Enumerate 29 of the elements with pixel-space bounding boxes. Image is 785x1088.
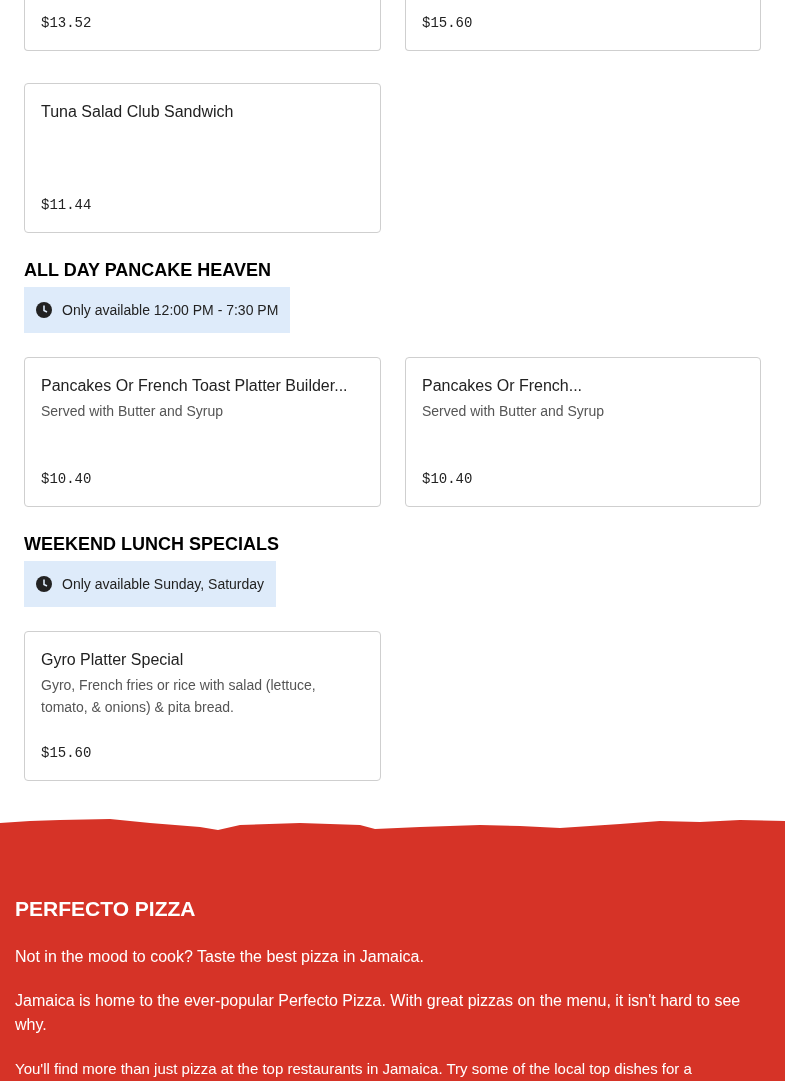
item-price: $11.44 xyxy=(41,196,93,215)
item-price: $15.60 xyxy=(41,744,93,763)
footer-paragraph: Jamaica is home to the ever-popular Perfecto Pizza. With great pizzas on the menu, it isn't hard to see why. xyxy=(15,990,742,1035)
item-price: $10.40 xyxy=(41,470,93,489)
item-price: $13.52 xyxy=(41,14,93,33)
item-price: $10.40 xyxy=(422,470,474,489)
item-description: Served with Butter and Syrup xyxy=(422,402,606,421)
item-name: Pancakes Or French... xyxy=(422,376,584,396)
menu-item-card[interactable]: Gyro Platter Special Gyro, French fries or rice with salad (lettuce, tomato, & onions) & pita bread. $15.60 xyxy=(24,631,381,781)
menu-item-card[interactable]: Pancakes Or French... Served with Butter and Syrup $10.40 xyxy=(405,357,761,507)
item-name: Tuna Salad Club Sandwich xyxy=(41,102,235,122)
menu-item-card[interactable]: $13.52 xyxy=(24,0,381,51)
item-name: Gyro Platter Special xyxy=(41,650,185,670)
menu-item-card[interactable]: Pancakes Or French Toast Platter Builder... Served with Butter and Syrup $10.40 xyxy=(24,357,381,507)
item-name: Pancakes Or French Toast Platter Builder... xyxy=(41,376,349,396)
footer-heading: PERFECTO PIZZA xyxy=(15,896,197,922)
footer-paragraph: You'll find more than just pizza at the top restaurants in Jamaica. Try some of the local top dishes for a xyxy=(15,1058,693,1079)
availability-text: Only available 12:00 PM - 7:30 PM xyxy=(62,300,279,320)
section-heading: WEEKEND LUNCH SPECIALS xyxy=(24,533,280,555)
clock-icon xyxy=(36,302,52,318)
item-description: Served with Butter and Syrup xyxy=(41,402,225,421)
availability-text: Only available Sunday, Saturday xyxy=(62,574,265,594)
menu-item-card[interactable]: $15.60 xyxy=(405,0,761,51)
footer-paragraph: Not in the mood to cook? Taste the best pizza in Jamaica. xyxy=(15,946,425,967)
section-heading: ALL DAY PANCAKE HEAVEN xyxy=(24,259,273,281)
menu-item-card[interactable]: Tuna Salad Club Sandwich $11.44 xyxy=(24,83,381,233)
item-price: $15.60 xyxy=(422,14,474,33)
item-description: Gyro, French fries or rice with salad (lettuce, tomato, & onions) & pita bread. xyxy=(41,676,317,717)
clock-icon xyxy=(36,576,52,592)
